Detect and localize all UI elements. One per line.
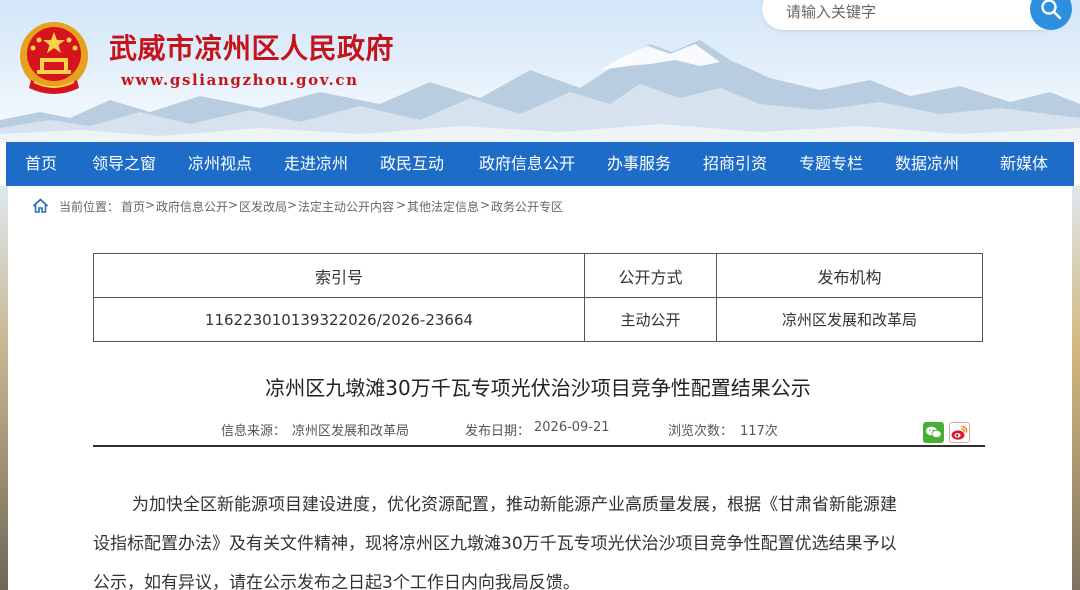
breadcrumb-label: 当前位置：: [59, 200, 120, 214]
national-emblem-icon: [20, 22, 88, 94]
table-cell-index: 116223010139322026/2026-23664: [93, 297, 585, 342]
breadcrumb-separator: >: [145, 198, 156, 212]
meta-date: 2026-09-21: [534, 420, 610, 435]
wechat-icon: [926, 426, 942, 439]
meta-source-label: 信息来源：: [221, 424, 287, 439]
weibo-share-button[interactable]: [949, 422, 970, 443]
weibo-icon: [951, 425, 968, 440]
article-paragraph-line: 设指标配置办法》及有关文件精神，现将凉州区九墩滩30万千瓦专项光伏治沙项目竞争性…: [93, 534, 897, 554]
table-header-method: 公开方式: [584, 253, 717, 298]
breadcrumb-separator: >: [480, 198, 491, 212]
site-url: www.gsliangzhou.gov.cn: [121, 71, 359, 89]
nav-item-interaction[interactable]: 政民互动: [380, 142, 444, 186]
meta-views: 117次: [740, 424, 778, 439]
main-nav: 首页 领导之窗 凉州视点 走进凉州 政民互动 政府信息公开 办事服务 招商引资 …: [6, 142, 1074, 186]
table-header-row: 索引号 公开方式 发布机构: [93, 253, 983, 298]
right-scenery-strip: [1072, 186, 1080, 590]
wechat-share-button[interactable]: [923, 422, 944, 443]
breadcrumb-separator: >: [228, 198, 239, 212]
table-cell-method: 主动公开: [584, 297, 717, 342]
article-paragraph-line: 公示，如有异议，请在公示发布之日起3个工作日内向我局反馈。: [93, 573, 580, 590]
info-table: 索引号 公开方式 发布机构 116223010139322026/2026-23…: [93, 253, 983, 342]
table-header-index: 索引号: [93, 253, 585, 298]
nav-item-data[interactable]: 数据凉州: [895, 142, 959, 186]
breadcrumb-item-statutory[interactable]: 法定主动公开内容: [298, 198, 394, 215]
table-header-publisher: 发布机构: [716, 253, 983, 298]
meta-date-label: 发布日期：: [465, 424, 531, 439]
breadcrumb-item-home[interactable]: 首页: [121, 198, 145, 215]
nav-item-gov-info[interactable]: 政府信息公开: [479, 142, 575, 186]
nav-item-new-media[interactable]: 新媒体: [1000, 142, 1048, 186]
breadcrumb-item-gov-info[interactable]: 政府信息公开: [156, 198, 228, 215]
meta-divider: [93, 445, 985, 447]
search-icon: [1041, 0, 1062, 20]
nav-item-topics[interactable]: 专题专栏: [799, 142, 863, 186]
nav-item-about[interactable]: 走进凉州: [284, 142, 348, 186]
article-paragraph-line: 为加快全区新能源项目建设进度，优化资源配置，推动新能源产业高质量发展，根据《甘肃…: [132, 495, 897, 515]
breadcrumb-item-open-zone[interactable]: 政务公开专区: [491, 198, 563, 215]
meta-source: 凉州区发展和改革局: [292, 424, 410, 439]
left-scenery-strip: [0, 186, 8, 590]
nav-item-news[interactable]: 凉州视点: [188, 142, 252, 186]
nav-item-home[interactable]: 首页: [25, 142, 57, 186]
breadcrumb-item-other-info[interactable]: 其他法定信息: [407, 198, 479, 215]
site-title[interactable]: 武威市凉州区人民政府: [109, 27, 394, 67]
article-title: 凉州区九墩滩30万千瓦专项光伏治沙项目竞争性配置结果公示: [265, 376, 811, 400]
home-icon: [32, 198, 49, 213]
breadcrumb-separator: >: [396, 198, 407, 212]
table-cell-publisher: 凉州区发展和改革局: [716, 297, 983, 342]
search-box: [762, 0, 1062, 30]
meta-views-label: 浏览次数：: [668, 424, 734, 439]
table-row: 116223010139322026/2026-23664 主动公开 凉州区发展…: [93, 297, 983, 342]
breadcrumb-item-dept[interactable]: 区发改局: [239, 198, 287, 215]
search-input[interactable]: [786, 0, 1016, 24]
nav-item-investment[interactable]: 招商引资: [703, 142, 767, 186]
nav-item-services[interactable]: 办事服务: [607, 142, 671, 186]
breadcrumb-separator: >: [287, 198, 298, 212]
nav-item-leaders[interactable]: 领导之窗: [92, 142, 156, 186]
